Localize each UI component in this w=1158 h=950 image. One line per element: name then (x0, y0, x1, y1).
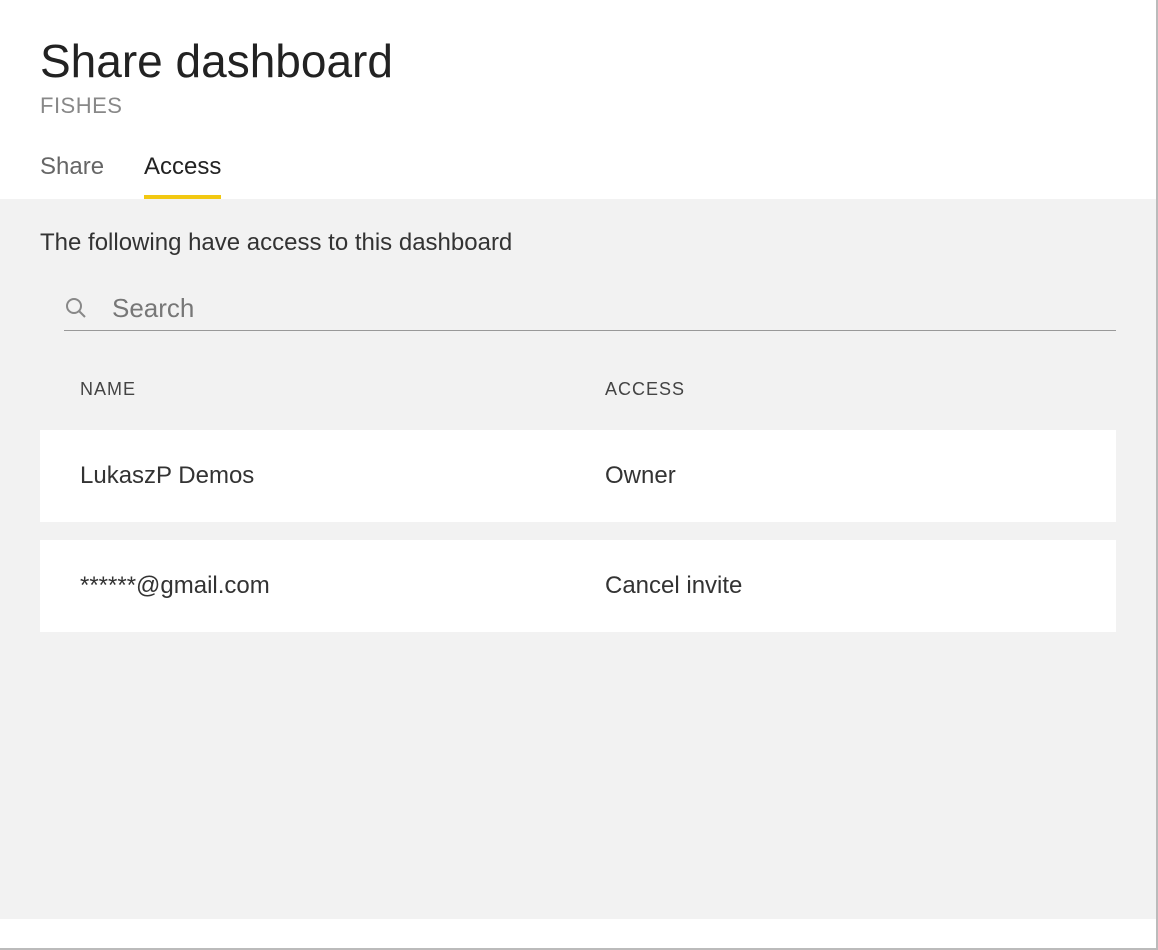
tab-share[interactable]: Share (40, 153, 104, 199)
table-row[interactable]: ******@gmail.com Cancel invite (40, 540, 1116, 632)
column-header-name: NAME (80, 379, 605, 400)
table-header: NAME ACCESS (40, 349, 1116, 430)
column-header-access: ACCESS (605, 379, 1076, 400)
dashboard-name: FISHES (40, 93, 1116, 119)
search-icon (64, 296, 88, 320)
panel-header: Share dashboard FISHES Share Access (0, 0, 1156, 199)
cell-name: LukaszP Demos (80, 462, 605, 490)
tab-bar: Share Access (40, 153, 1116, 199)
search-input[interactable] (112, 293, 1116, 324)
page-title: Share dashboard (40, 36, 1116, 87)
table-row[interactable]: LukaszP Demos Owner (40, 430, 1116, 522)
cell-access-action[interactable]: Cancel invite (605, 572, 1076, 600)
access-content: The following have access to this dashbo… (0, 199, 1156, 919)
cell-access: Owner (605, 462, 1076, 490)
cell-name: ******@gmail.com (80, 572, 605, 600)
access-description: The following have access to this dashbo… (40, 229, 1116, 257)
search-row (64, 293, 1116, 331)
access-table: NAME ACCESS LukaszP Demos Owner ******@g… (40, 349, 1116, 632)
tab-access[interactable]: Access (144, 153, 221, 199)
